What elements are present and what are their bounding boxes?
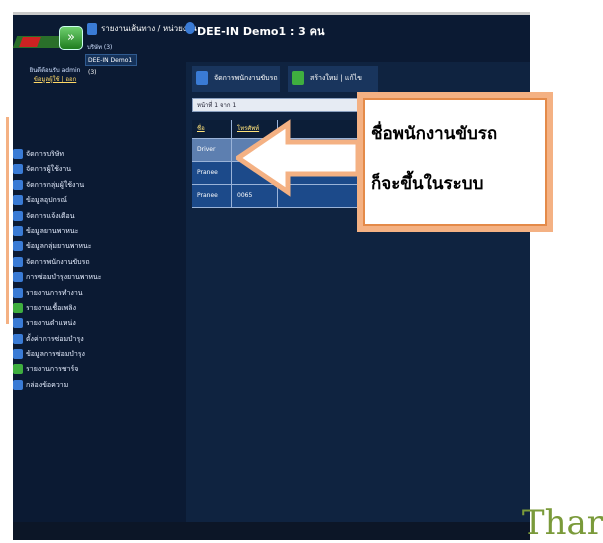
menu-item-label: รายงานเชื้อเพลิง xyxy=(26,303,76,312)
menu-item-charge-report[interactable]: รายงานการชาร์จ xyxy=(13,361,99,376)
menu-item-label: ข้อมูลการซ่อมบำรุง xyxy=(26,350,85,359)
menu-item-user-groups[interactable]: จัดการกลุ่มผู้ใช้งาน xyxy=(13,177,99,192)
collapse-arrow-button[interactable]: » xyxy=(59,26,83,50)
highlight-bar xyxy=(6,117,9,324)
menu-icon xyxy=(13,302,23,313)
menu-item-vehicles[interactable]: ข้อมูลยานพาหนะ xyxy=(13,223,99,238)
app-logo: » xyxy=(12,26,87,60)
annotation-callout: ชื่อพนักงานขับรถ ก็จะขึ้นในระบบ xyxy=(357,92,553,232)
table-cell: Pranee xyxy=(192,185,232,207)
callout-line-1: ชื่อพนักงานขับรถ xyxy=(371,124,498,144)
tab-drivers[interactable]: จัดการพนักงานขับรถ xyxy=(192,66,280,92)
menu-icon xyxy=(13,210,23,221)
menu-item-position-report[interactable]: รายงานตำแหน่ง xyxy=(13,315,99,330)
callout-arrow xyxy=(236,119,360,197)
column-header-name[interactable]: ชื่อ xyxy=(192,120,232,138)
menu-icon xyxy=(13,287,23,298)
menu-item-label: รายงานตำแหน่ง xyxy=(26,319,76,328)
globe-icon xyxy=(185,22,195,34)
menu-item-label: ข้อมูลอุปกรณ์ xyxy=(26,196,68,205)
menu-item-label: จัดการผู้ใช้งาน xyxy=(26,165,71,174)
menu-icon xyxy=(13,364,23,375)
menu-item-vehicle-groups[interactable]: ข้อมูลกลุ่มยานพาหนะ xyxy=(13,238,99,253)
menu-item-label: จัดการพนักงานขับรถ xyxy=(26,257,90,266)
menu-item-label: รายงานการทำงาน xyxy=(26,288,83,297)
menu-icon xyxy=(13,349,23,360)
table-cell: Pranee xyxy=(192,162,232,184)
menu-icon xyxy=(13,272,23,283)
menu-icon xyxy=(13,179,23,190)
menu-icon xyxy=(13,195,23,206)
watermark-logo: Thar xyxy=(521,503,603,543)
menu-item-maintenance-settings[interactable]: ตั้งค่าการซ่อมบำรุง xyxy=(13,331,99,346)
menu-item-label: กล่องข้อความ xyxy=(26,380,69,389)
callout-line-2: ก็จะขึ้นในระบบ xyxy=(371,174,484,194)
menu-item-maintenance-data[interactable]: ข้อมูลการซ่อมบำรุง xyxy=(13,346,99,361)
menu-icon xyxy=(13,333,23,344)
route-link[interactable]: รายงานเส้นทาง / หน่วยงาน xyxy=(101,23,197,35)
menu-item-drivers[interactable]: จัดการพนักงานขับรถ xyxy=(13,254,99,269)
menu-icon xyxy=(13,225,23,236)
menu-icon xyxy=(13,379,23,390)
menu-item-label: จัดการกลุ่มผู้ใช้งาน xyxy=(26,180,85,189)
menu-icon xyxy=(13,241,23,252)
company-title: DEE-IN Demo1 : 3 คน xyxy=(197,25,325,38)
company-select[interactable]: DEE-IN Demo1 (3) xyxy=(85,54,137,76)
menu-item-label: ตั้งค่าการซ่อมบำรุง xyxy=(26,334,84,343)
menu-item-work-report[interactable]: รายงานการทำงาน xyxy=(13,285,99,300)
user-links[interactable]: ข้อมูลผู้ใช้ | ออก xyxy=(23,75,87,84)
menu-item-label: ข้อมูลยานพาหนะ xyxy=(26,226,79,235)
menu-item-label: รายงานการชาร์จ xyxy=(26,365,79,374)
tab-create-edit-label: สร้างใหม่ | แก้ไข xyxy=(310,74,362,82)
edit-icon xyxy=(292,71,304,85)
menu-item-devices[interactable]: ข้อมูลอุปกรณ์ xyxy=(13,192,99,207)
tab-create-edit[interactable]: สร้างใหม่ | แก้ไข xyxy=(288,66,378,92)
top-strip xyxy=(13,12,530,15)
menu-item-company[interactable]: จัดการบริษัท xyxy=(13,146,99,161)
menu-icon xyxy=(13,164,23,175)
menu-item-label: จัดการแจ้งเตือน xyxy=(26,211,75,220)
menu-icon xyxy=(13,149,23,159)
table-cell: Driver xyxy=(192,139,232,161)
menu-item-alerts[interactable]: จัดการแจ้งเตือน xyxy=(13,208,99,223)
menu-item-vehicle-maintenance[interactable]: การซ่อมบำรุงยานพาหนะ xyxy=(13,269,102,284)
tab-drivers-label: จัดการพนักงานขับรถ xyxy=(214,74,278,82)
welcome-text: ยินดีต้อนรับ admin xyxy=(29,67,81,74)
menu-item-inbox[interactable]: กล่องข้อความ xyxy=(13,377,99,392)
menu-item-users[interactable]: จัดการผู้ใช้งาน xyxy=(13,161,99,176)
menu-item-label: จัดการบริษัท xyxy=(26,150,65,158)
logo-flag-red xyxy=(19,37,41,47)
footer-bar xyxy=(13,522,530,540)
menu-icon xyxy=(13,256,23,267)
menu-item-label: การซ่อมบำรุงยานพาหนะ xyxy=(26,273,102,282)
menu-item-fuel-report[interactable]: รายงานเชื้อเพลิง xyxy=(13,300,99,315)
menu-item-label: ข้อมูลกลุ่มยานพาหนะ xyxy=(26,242,92,251)
driver-icon xyxy=(196,71,208,85)
pager-text: หน้าที่ 1 จาก 1 xyxy=(197,102,237,109)
left-menu: จัดการบริษัท จัดการผู้ใช้งาน จัดการกลุ่ม… xyxy=(13,146,102,392)
route-icon xyxy=(87,23,97,35)
company-select-label: บริษัท (3) xyxy=(87,44,113,51)
user-block: ยินดีต้อนรับ admin ข้อมูลผู้ใช้ | ออก xyxy=(23,66,87,84)
menu-icon xyxy=(13,318,23,329)
